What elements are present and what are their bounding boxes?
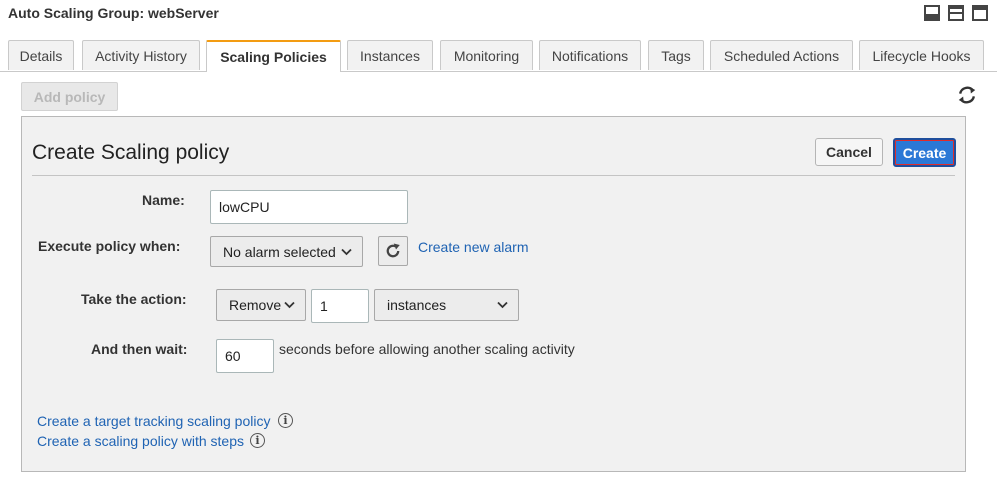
split-pane-icon[interactable] [948, 5, 964, 21]
window-controls [924, 5, 988, 21]
tab-scaling-policies[interactable]: Scaling Policies [206, 40, 341, 72]
cancel-button[interactable]: Cancel [815, 138, 883, 166]
tab-lifecycle-hooks[interactable]: Lifecycle Hooks [859, 40, 984, 70]
tab-details[interactable]: Details [8, 40, 74, 70]
refresh-icon [386, 243, 400, 258]
create-policy-panel: Create Scaling policy Cancel Create Name… [21, 116, 966, 472]
name-label: Name: [142, 192, 185, 208]
name-field[interactable]: lowCPU [210, 190, 408, 224]
info-icon[interactable]: i [278, 413, 293, 428]
wait-seconds-field[interactable]: 60 [216, 339, 274, 373]
execute-label: Execute policy when: [38, 238, 181, 254]
maximize-pane-icon[interactable] [972, 5, 988, 21]
create-new-alarm-link[interactable]: Create new alarm [418, 239, 529, 255]
action-select[interactable]: Remove [216, 289, 306, 321]
chevron-down-icon [497, 301, 508, 309]
add-policy-button[interactable]: Add policy [21, 82, 118, 111]
info-icon[interactable]: i [250, 433, 265, 448]
panel-title: Create Scaling policy [32, 141, 230, 164]
tab-notifications[interactable]: Notifications [539, 40, 641, 70]
tab-instances[interactable]: Instances [347, 40, 433, 70]
tab-tags[interactable]: Tags [648, 40, 704, 70]
panel-divider [32, 175, 955, 176]
action-label: Take the action: [81, 291, 187, 307]
tab-monitoring[interactable]: Monitoring [440, 40, 533, 70]
page-title: Auto Scaling Group: webServer [8, 5, 219, 21]
action-amount-field[interactable]: 1 [311, 289, 369, 323]
action-select-value: Remove [229, 297, 282, 313]
alarm-select-value: No alarm selected [223, 243, 336, 260]
tab-scheduled-actions[interactable]: Scheduled Actions [710, 40, 853, 70]
target-tracking-policy-link[interactable]: Create a target tracking scaling policy [37, 413, 270, 429]
action-unit-value: instances [387, 297, 447, 313]
wait-suffix-text: seconds before allowing another scaling … [279, 341, 575, 357]
create-button[interactable]: Create [893, 138, 956, 167]
refresh-alarms-button[interactable] [378, 236, 408, 266]
chevron-down-icon [341, 248, 352, 255]
minimize-pane-icon[interactable] [924, 5, 940, 21]
action-unit-select[interactable]: instances [374, 289, 519, 321]
alarm-select[interactable]: No alarm selected [210, 236, 363, 267]
wait-label: And then wait: [91, 341, 188, 357]
chevron-down-icon [284, 301, 295, 309]
refresh-icon[interactable] [956, 84, 978, 106]
step-scaling-policy-link[interactable]: Create a scaling policy with steps [37, 433, 244, 449]
tab-bar: Details Activity History Scaling Policie… [0, 40, 997, 72]
tab-activity-history[interactable]: Activity History [82, 40, 200, 70]
